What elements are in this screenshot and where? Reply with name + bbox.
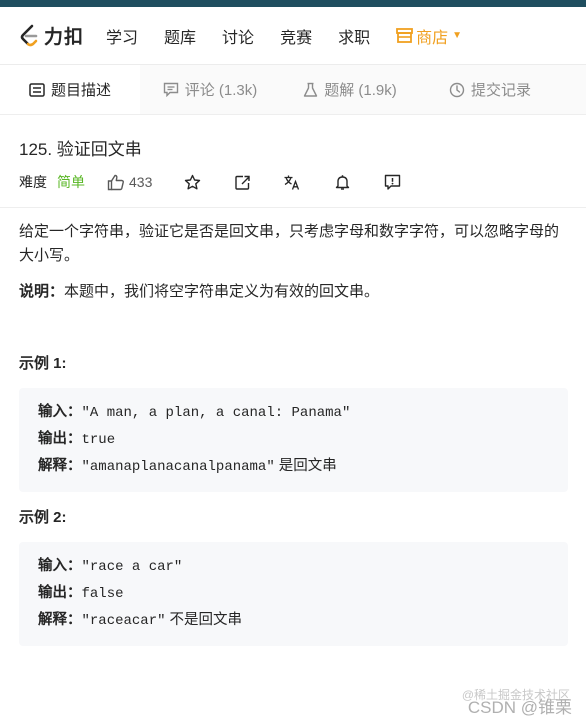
example-input-line: 输入："race a car"	[38, 553, 549, 580]
nav-item-discuss[interactable]: 讨论	[222, 24, 254, 48]
main-nav: 力扣 学习 题库 讨论 竞赛 求职 商店 ▼	[0, 7, 586, 65]
tab-comments[interactable]: 评论 (1.3k)	[140, 65, 280, 114]
example-code-block: 输入："race a car" 输出：false 解释："raceacar" 不…	[19, 542, 568, 646]
nav-item-store[interactable]: 商店 ▼	[396, 24, 462, 48]
thumbs-up-icon	[107, 174, 124, 190]
problem-meta: 难度 简单 433	[19, 171, 568, 193]
example-output-line: 输出：false	[38, 580, 549, 607]
difficulty-badge: 简单	[57, 174, 85, 190]
description-icon	[29, 82, 45, 97]
tab-label: 评论 (1.3k)	[184, 82, 258, 99]
example-output-line: 输出：true	[38, 426, 549, 453]
explain-label: 解释：	[38, 458, 82, 474]
tab-label: 题目描述	[50, 82, 111, 99]
difficulty-label: 难度	[19, 174, 47, 190]
input-value: "race a car"	[81, 559, 183, 575]
top-accent-bar	[0, 0, 586, 7]
nav-item-jobs[interactable]: 求职	[338, 24, 370, 48]
share-button[interactable]	[232, 172, 252, 192]
input-value: "A man, a plan, a canal: Panama"	[81, 405, 351, 421]
like-count: 433	[129, 174, 153, 190]
output-value: true	[81, 432, 116, 448]
tab-submissions[interactable]: 提交记录	[420, 65, 560, 114]
explain-text: 不是回文串	[165, 612, 243, 628]
site-logo[interactable]: 力扣	[18, 22, 84, 49]
example-title: 示例 1:	[19, 355, 67, 372]
store-label: 商店	[416, 29, 449, 47]
problem-tabs: 题目描述 评论 (1.3k) 题解 (1.9k) 提交记录	[0, 65, 586, 115]
store-icon	[396, 28, 413, 43]
nav-item-learn[interactable]: 学习	[106, 24, 138, 48]
explain-code: "amanaplanacanalpanama"	[81, 459, 275, 475]
explain-label: 解释：	[38, 612, 82, 628]
star-icon	[184, 174, 201, 189]
output-label: 输出：	[38, 585, 82, 601]
problem-content: 125. 验证回文串 难度 简单 433 给定一个字符串，验证它是否是回文串，只…	[0, 135, 586, 646]
input-label: 输入：	[38, 558, 82, 574]
example-input-line: 输入："A man, a plan, a canal: Panama"	[38, 399, 549, 426]
history-icon	[449, 82, 465, 98]
comment-icon	[163, 82, 179, 97]
problem-note: 说明：本题中，我们将空字符串定义为有效的回文串。	[19, 280, 568, 304]
tab-label: 题解 (1.9k)	[324, 82, 397, 99]
tab-description[interactable]: 题目描述	[0, 65, 140, 114]
flask-icon	[303, 82, 318, 98]
nav-item-contest[interactable]: 竞赛	[280, 24, 312, 48]
explain-code: "raceacar"	[81, 613, 166, 629]
example-code-block: 输入："A man, a plan, a canal: Panama" 输出：t…	[19, 388, 568, 492]
leetcode-logo-icon	[20, 24, 38, 46]
feedback-button[interactable]	[382, 172, 402, 192]
output-value: false	[81, 586, 124, 602]
problem-description: 给定一个字符串，验证它是否是回文串，只考虑字母和数字字符，可以忽略字母的大小写。	[19, 223, 560, 264]
note-label: 说明：	[19, 283, 65, 300]
brand-name: 力扣	[44, 27, 85, 48]
nav-item-problems[interactable]: 题库	[164, 24, 196, 48]
divider	[0, 207, 586, 208]
bell-icon	[335, 174, 350, 190]
example-explain-line: 解释："raceacar" 不是回文串	[38, 607, 549, 634]
chevron-down-icon: ▼	[452, 30, 463, 41]
example-explain-line: 解释："amanaplanacanalpanama" 是回文串	[38, 453, 549, 480]
translate-icon	[284, 175, 300, 190]
tab-label: 提交记录	[470, 82, 531, 99]
explain-text: 是回文串	[274, 458, 337, 474]
input-label: 输入：	[38, 404, 82, 420]
feedback-icon	[384, 174, 401, 190]
note-text: 本题中，我们将空字符串定义为有效的回文串。	[64, 283, 380, 300]
translate-button[interactable]	[282, 172, 302, 192]
like-button[interactable]: 433	[107, 174, 152, 191]
notification-button[interactable]	[332, 172, 352, 192]
share-icon	[235, 175, 250, 190]
favorite-button[interactable]	[182, 172, 202, 192]
example-title: 示例 2:	[19, 509, 67, 526]
output-label: 输出：	[38, 431, 82, 447]
tab-solutions[interactable]: 题解 (1.9k)	[280, 65, 420, 114]
watermark: CSDN @锥栗	[467, 698, 572, 717]
problem-title: 125. 验证回文串	[19, 140, 142, 159]
